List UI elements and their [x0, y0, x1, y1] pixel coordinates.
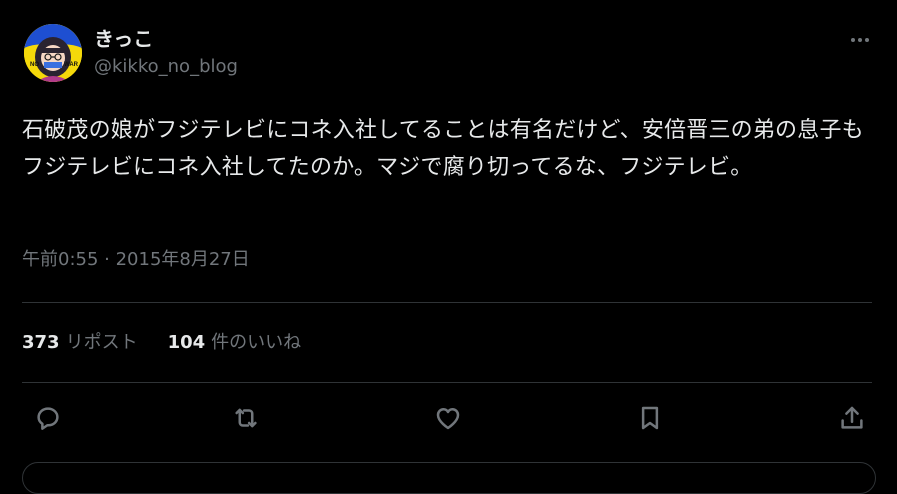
avatar-image: NO WAR	[24, 24, 82, 82]
user-names: きっこ @kikko_no_blog	[94, 26, 238, 80]
tweet-text: 石破茂の娘がフジテレビにコネ入社してることは有名だけど、安倍晋三の弟の息子もフジ…	[22, 118, 864, 180]
likes-stat[interactable]: 104 件のいいね	[168, 328, 302, 358]
more-horizontal-icon	[851, 38, 855, 42]
bookmark-button[interactable]	[632, 400, 668, 436]
tweet-detail: NO WAR きっこ @kikko_no_blog 石破茂の娘がフジテレビにコネ…	[0, 0, 897, 494]
tweet-timestamp[interactable]: 午前0:55 · 2015年8月27日	[22, 246, 250, 274]
reply-composer[interactable]	[22, 462, 876, 494]
reposts-label: リポスト	[65, 332, 138, 353]
reposts-stat[interactable]: 373 リポスト	[22, 328, 138, 358]
more-dot	[865, 38, 869, 42]
repost-button[interactable]	[228, 400, 264, 436]
reply-button[interactable]	[30, 400, 66, 436]
likes-count: 104	[167, 332, 206, 353]
share-button[interactable]	[834, 400, 870, 436]
avatar-text-left: NO	[30, 62, 39, 68]
display-name[interactable]: きっこ	[94, 26, 238, 52]
divider	[22, 382, 872, 383]
divider	[22, 302, 872, 303]
tweet-stats: 373 リポスト 104 件のいいね	[22, 328, 301, 358]
likes-label: 件のいいね	[211, 332, 302, 353]
heart-icon	[436, 408, 460, 430]
tweet-actions	[28, 400, 870, 440]
tweet-header: NO WAR きっこ @kikko_no_blog	[24, 24, 873, 86]
reply-icon	[37, 407, 59, 430]
bookmark-icon	[641, 406, 659, 430]
share-icon	[841, 406, 863, 429]
avatar-text-right: WAR	[64, 62, 79, 68]
more-options-button[interactable]	[847, 30, 873, 50]
user-handle[interactable]: @kikko_no_blog	[94, 54, 238, 80]
more-dot	[858, 38, 862, 42]
reposts-count: 373	[22, 332, 60, 353]
repost-icon	[235, 408, 257, 428]
like-button[interactable]	[430, 400, 466, 436]
avatar[interactable]: NO WAR	[24, 24, 82, 82]
